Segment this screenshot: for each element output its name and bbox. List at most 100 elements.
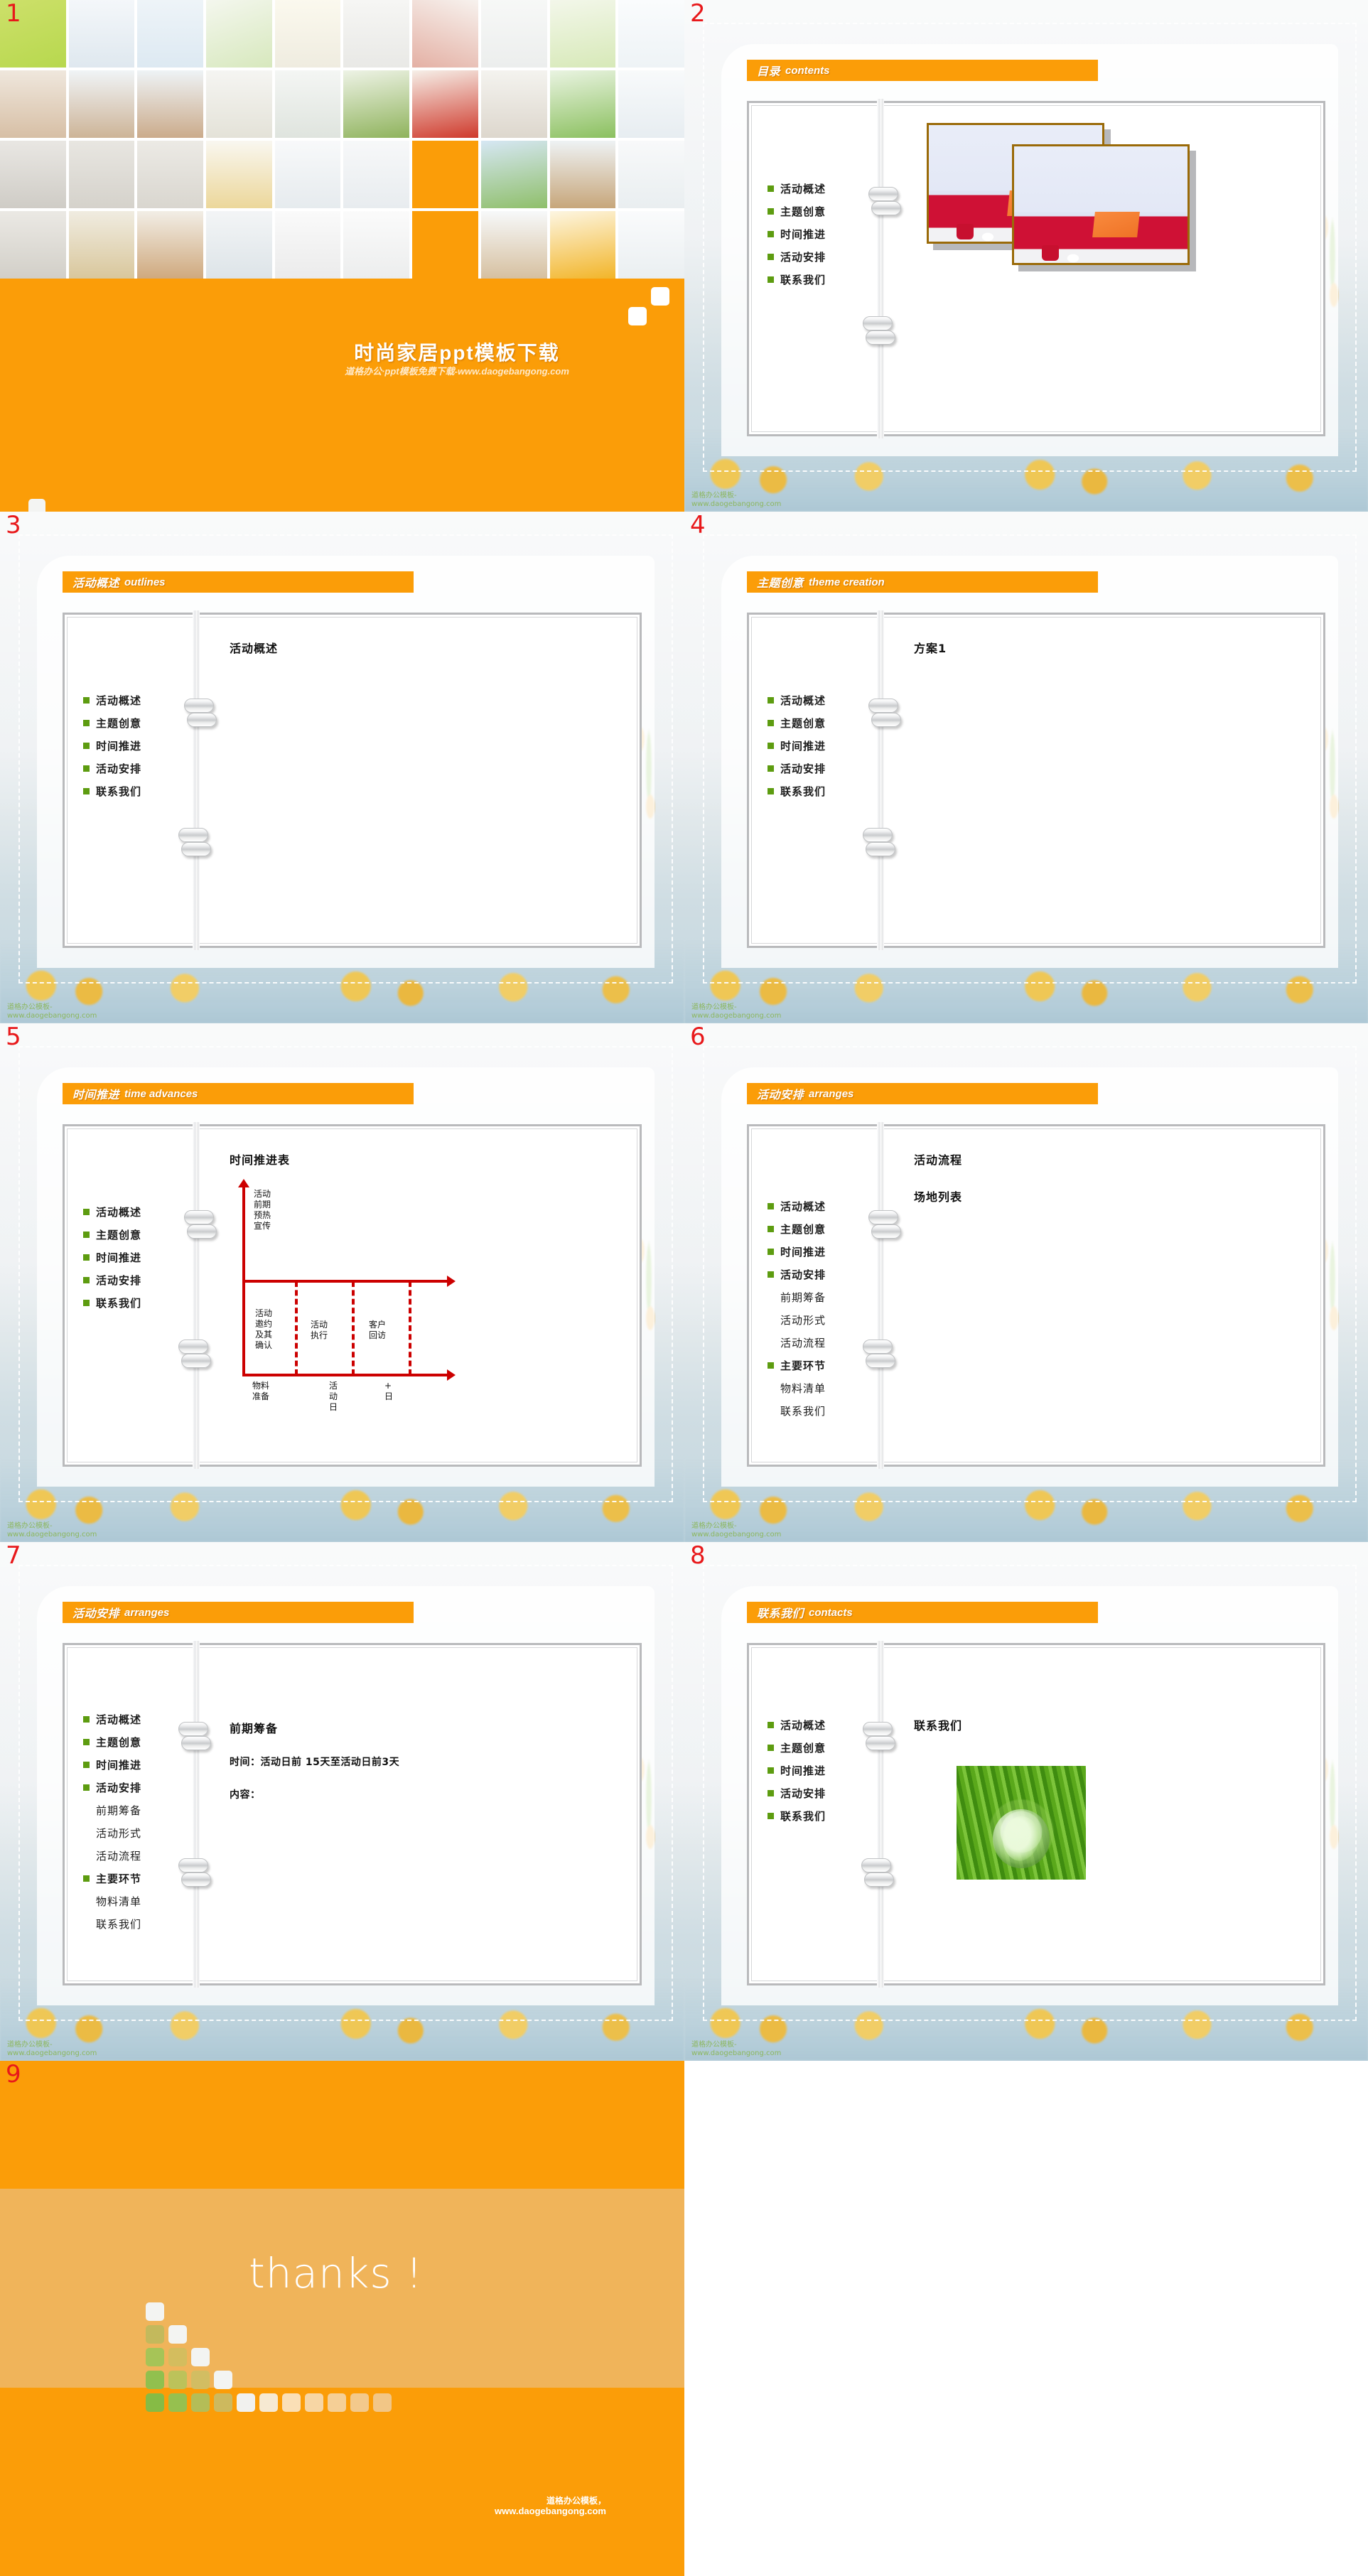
sidebar-item-3[interactable]: 活动安排 [83, 1776, 190, 1799]
slide-number: 3 [6, 512, 21, 539]
slide-4-theme-creation: 主题创意 theme creation 活动概述 主题创意 时间推进 活动安排 … [684, 512, 1368, 1023]
sidebar-item-label: 活动安排 [96, 762, 142, 775]
slide-number: 7 [6, 1542, 21, 1570]
sidebar-item-1[interactable]: 主题创意 [768, 200, 874, 222]
timeline-chart: 活动 前期 预热 宣传 活动 邀约 及其 确认 活动 执行 客户 回访 物料 准… [234, 1179, 475, 1412]
sidebar-subitem-5[interactable]: 活动形式 [83, 1821, 190, 1844]
sidebar-item-4[interactable]: 联系我们 [83, 780, 190, 802]
sidebar-item-label: 时间推进 [780, 1764, 826, 1777]
sidebar-item-3[interactable]: 活动安排 [768, 757, 874, 780]
sidebar-item-label: 时间推进 [96, 739, 142, 753]
watermark-line2: www.daogebangong.com [691, 1531, 782, 1538]
slide-number: 8 [690, 1542, 706, 1570]
header-title-cn: 活动安排 [72, 1608, 120, 1620]
timeline-phase-1: 活动 执行 [311, 1320, 328, 1340]
nav-list: 活动概述 主题创意 时间推进 活动安排 联系我们 [768, 1713, 874, 1827]
sidebar-item-0[interactable]: 活动概述 [768, 177, 874, 200]
sidebar-item-1[interactable]: 主题创意 [768, 1736, 874, 1759]
sidebar-item-label: 活动形式 [780, 1313, 826, 1327]
sidebar-item-2[interactable]: 时间推进 [83, 1246, 190, 1268]
sidebar-item-label: 活动概述 [780, 1718, 826, 1732]
header-title-en: contacts [809, 1606, 853, 1619]
timeline-phase-2: 客户 回访 [369, 1320, 387, 1340]
sidebar-item-3[interactable]: 活动安排 [83, 1268, 190, 1291]
bullet-icon [83, 1875, 90, 1882]
bullet-icon [768, 1789, 774, 1796]
sidebar-item-1[interactable]: 主题创意 [83, 1223, 190, 1246]
bullet-icon [83, 1830, 90, 1836]
watermark: 道格办公模板- www.daogebangong.com [7, 2041, 97, 2058]
sidebar-item-7[interactable]: 主要环节 [83, 1867, 190, 1890]
slide-number: 2 [690, 0, 706, 28]
content-body: 活动概述 [214, 615, 640, 946]
body-title: 活动概述 [230, 642, 279, 655]
bullet-icon [83, 787, 90, 794]
sidebar-item-4[interactable]: 联系我们 [768, 1804, 874, 1827]
content-board: 活动概述 主题创意 时间推进 活动安排 前期筹备 活动形式 活动流程 主要环节 … [747, 1122, 1325, 1469]
cover-photo-mosaic [0, 0, 684, 279]
thanks-footer-line2: www.daogebangong.com [495, 2506, 606, 2516]
sidebar-item-2[interactable]: 时间推进 [768, 734, 874, 757]
sidebar-item-3[interactable]: 活动安排 [768, 1782, 874, 1804]
binder-spine [193, 1641, 200, 1988]
sidebar-item-0[interactable]: 活动概述 [768, 1195, 874, 1217]
sidebar-item-2[interactable]: 时间推进 [83, 734, 190, 757]
sidebar-subitem-4[interactable]: 前期筹备 [83, 1799, 190, 1821]
sidebar-item-2[interactable]: 时间推进 [768, 1759, 874, 1782]
bullet-icon [768, 1340, 774, 1346]
sidebar-item-label: 时间推进 [780, 1245, 826, 1259]
sidebar-item-0[interactable]: 活动概述 [83, 1708, 190, 1730]
watermark-line1: 道格办公模板- [691, 492, 737, 500]
sidebar-item-0[interactable]: 活动概述 [83, 1200, 190, 1223]
sidebar-item-7[interactable]: 主要环节 [768, 1354, 874, 1376]
sidebar-subitem-6[interactable]: 活动流程 [83, 1844, 190, 1867]
nav-column: 活动概述 主题创意 时间推进 活动安排 联系我们 [749, 610, 901, 950]
bullet-icon [768, 1812, 774, 1819]
watermark-line2: www.daogebangong.com [7, 2049, 97, 2057]
sidebar-item-1[interactable]: 主题创意 [768, 1217, 874, 1240]
sidebar-subitem-9[interactable]: 联系我们 [83, 1912, 190, 1935]
bullet-icon [83, 1853, 90, 1859]
binder-spine [877, 1122, 884, 1469]
sidebar-item-4[interactable]: 联系我们 [83, 1291, 190, 1314]
sidebar-item-0[interactable]: 活动概述 [768, 689, 874, 711]
sidebar-subitem-8[interactable]: 物料清单 [83, 1890, 190, 1912]
slide-3-outlines: 活动概述 outlines 活动概述 主题创意 时间推进 活动安排 联系我们 活… [0, 512, 684, 1023]
sidebar-item-3[interactable]: 活动安排 [768, 245, 874, 268]
sidebar-item-2[interactable]: 时间推进 [83, 1753, 190, 1776]
timeline-divider-1 [295, 1281, 298, 1375]
watermark-line1: 道格办公模板- [691, 1003, 737, 1011]
header-title-cn: 目录 [757, 66, 781, 78]
slide-8-contacts: 联系我们 contacts 活动概述 主题创意 时间推进 活动安排 联系我们 联… [684, 1542, 1368, 2061]
sidebar-subitem-9[interactable]: 联系我们 [768, 1399, 874, 1422]
sidebar-subitem-6[interactable]: 活动流程 [768, 1331, 874, 1354]
binder-spine [877, 610, 884, 950]
sidebar-item-4[interactable]: 联系我们 [768, 780, 874, 802]
content-board: 活动概述 主题创意 时间推进 活动安排 联系我们 活动概述 [63, 610, 642, 950]
globe-icon [992, 1809, 1050, 1868]
sidebar-subitem-5[interactable]: 活动形式 [768, 1308, 874, 1331]
sidebar-item-1[interactable]: 主题创意 [83, 711, 190, 734]
sidebar-item-label: 活动安排 [780, 1268, 826, 1281]
bullet-icon [768, 1317, 774, 1323]
header-title-cn: 联系我们 [757, 1608, 804, 1620]
sidebar-item-2[interactable]: 时间推进 [768, 1240, 874, 1263]
sidebar-subitem-8[interactable]: 物料清单 [768, 1376, 874, 1399]
bullet-icon [83, 765, 90, 772]
body-line-time: 时间：活动日前 15天至活动日前3天 [230, 1757, 400, 1768]
sidebar-item-0[interactable]: 活动概述 [768, 1713, 874, 1736]
content-board: 活动概述 主题创意 时间推进 活动安排 前期筹备 活动形式 活动流程 主要环节 … [63, 1641, 642, 1988]
sidebar-item-3[interactable]: 活动安排 [83, 757, 190, 780]
sidebar-subitem-4[interactable]: 前期筹备 [768, 1286, 874, 1308]
sidebar-item-2[interactable]: 时间推进 [768, 222, 874, 245]
sidebar-item-0[interactable]: 活动概述 [83, 689, 190, 711]
watermark-line1: 道格办公模板- [691, 2041, 737, 2049]
sofa-photo-front [1012, 144, 1190, 265]
sidebar-item-1[interactable]: 主题创意 [768, 711, 874, 734]
sidebar-item-3[interactable]: 活动安排 [768, 1263, 874, 1286]
bullet-icon [768, 1744, 774, 1751]
sidebar-item-4[interactable]: 联系我们 [768, 268, 874, 291]
sidebar-item-1[interactable]: 主题创意 [83, 1730, 190, 1753]
nav-column: 活动概述 主题创意 时间推进 活动安排 联系我们 [65, 610, 217, 950]
slide-number: 5 [6, 1023, 21, 1051]
